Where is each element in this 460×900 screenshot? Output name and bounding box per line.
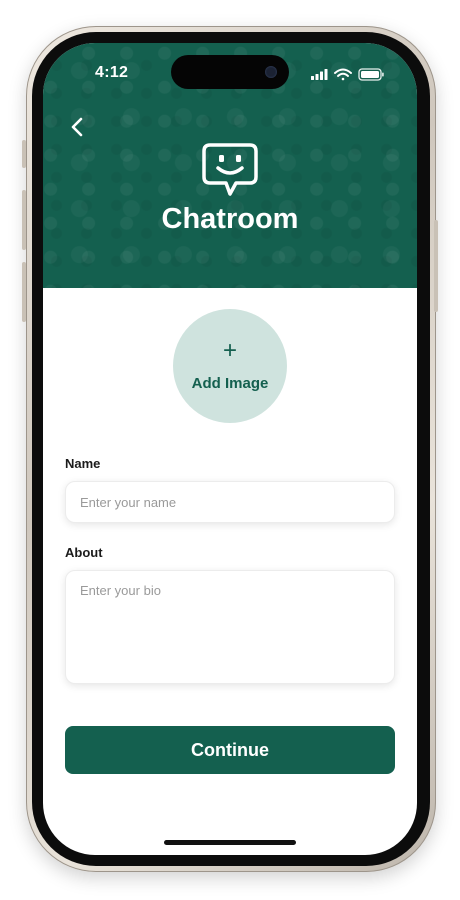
name-input[interactable] (65, 481, 395, 523)
action-button (22, 140, 26, 168)
status-icons (311, 67, 387, 81)
signal-icon (311, 69, 328, 80)
app-screen: 4:12 Chatroom + Add Image Name Enter you… (43, 43, 417, 855)
plus-icon: + (222, 337, 237, 364)
volume-up-button (22, 190, 26, 250)
dynamic-island (171, 55, 289, 89)
battery-icon (358, 68, 384, 81)
home-indicator (164, 840, 296, 845)
chat-smile-icon (200, 139, 260, 199)
back-button[interactable] (63, 113, 91, 141)
volume-down-button (22, 262, 26, 322)
camera-icon (265, 66, 277, 78)
status-time: 4:12 (95, 64, 129, 81)
header: 4:12 Chatroom (43, 43, 417, 288)
continue-button[interactable]: Continue (65, 726, 395, 774)
power-button (434, 220, 438, 312)
add-image-button[interactable]: + Add Image (173, 309, 287, 423)
name-label: Name (65, 456, 101, 471)
bio-textarea[interactable] (65, 570, 395, 684)
add-image-label: Add Image (191, 375, 269, 392)
page-title: Chatroom (161, 203, 299, 235)
wifi-icon (334, 68, 352, 81)
about-label: About (65, 545, 103, 560)
chevron-left-icon (71, 117, 83, 137)
